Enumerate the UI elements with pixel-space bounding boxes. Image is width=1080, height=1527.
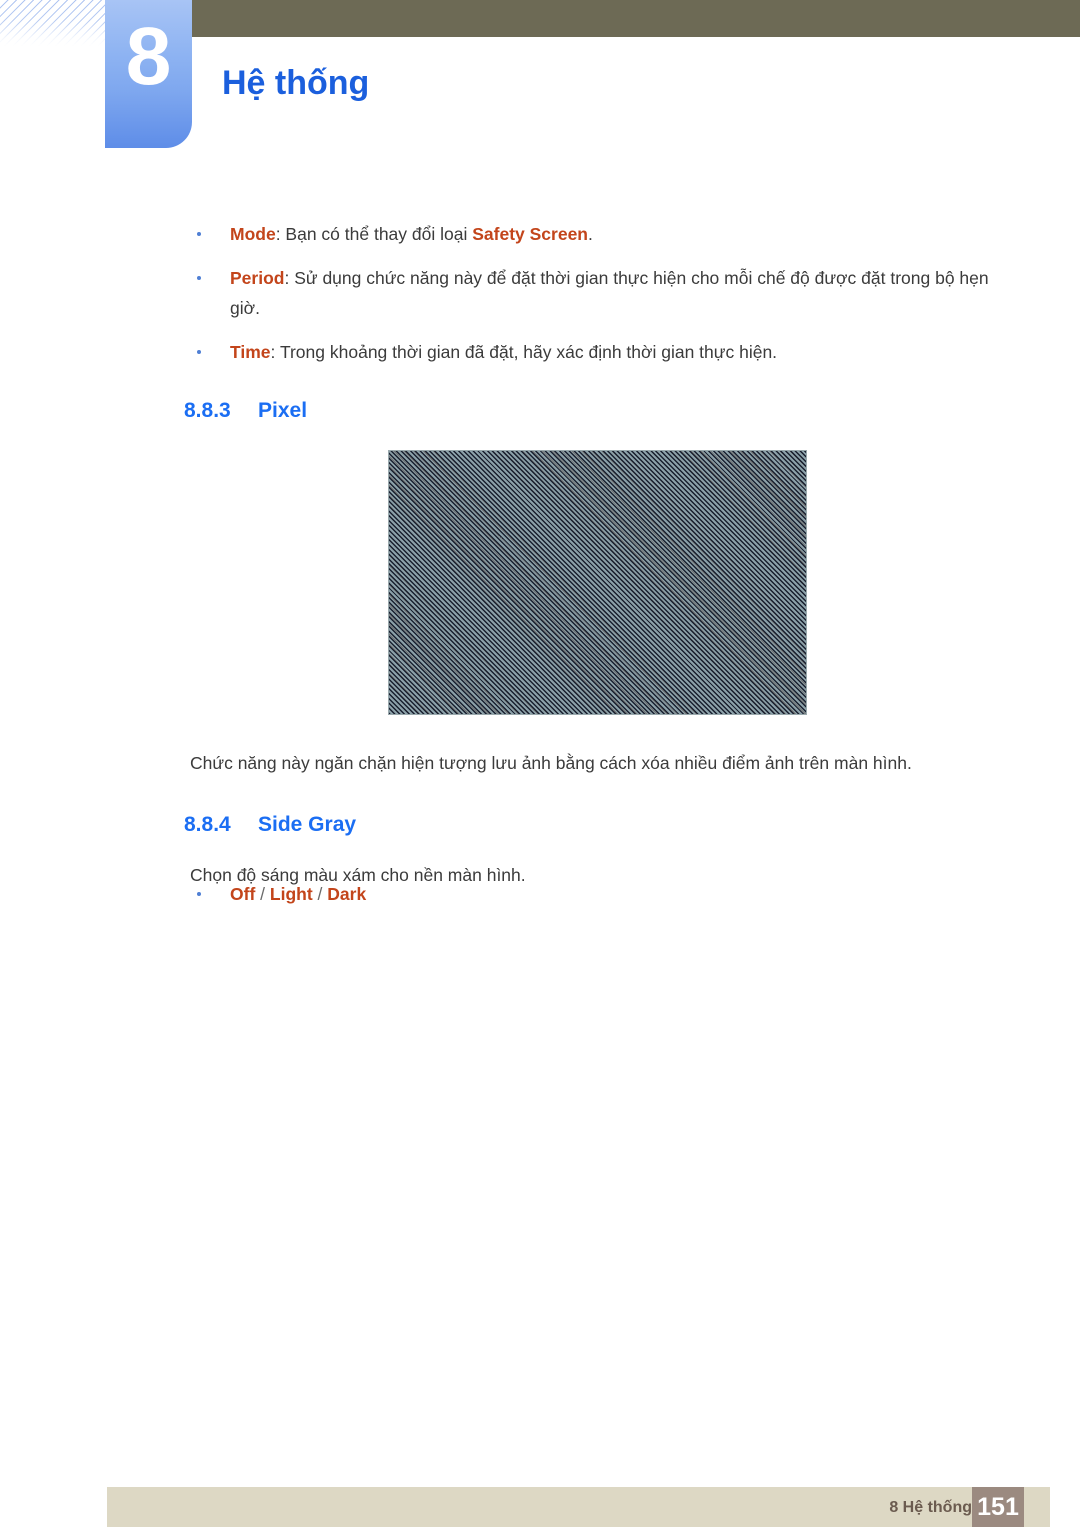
option-text-time: : Trong khoảng thời gian đã đặt, hãy xác… bbox=[270, 342, 778, 362]
list-item: Mode: Bạn có thể thay đổi loại Safety Sc… bbox=[190, 219, 1020, 249]
section-heading-884: 8.8.4 Side Gray bbox=[184, 812, 356, 838]
option-separator: / bbox=[317, 884, 323, 904]
option-separator: / bbox=[260, 884, 266, 904]
side-gray-option-light: Light bbox=[269, 884, 313, 904]
document-content: Mode: Bạn có thể thay đổi loại Safety Sc… bbox=[0, 0, 1080, 1527]
option-label-mode: Mode bbox=[230, 224, 276, 244]
side-gray-option-off: Off bbox=[230, 884, 256, 904]
option-text-mode: : Bạn có thể thay đổi loại bbox=[275, 224, 473, 244]
list-item: Period: Sử dụng chức năng này để đặt thờ… bbox=[190, 263, 1020, 323]
pixel-description-paragraph: Chức năng này ngăn chặn hiện tượng lưu ả… bbox=[190, 752, 912, 773]
section-title-883: Pixel bbox=[258, 399, 308, 423]
option-text-mode-end: . bbox=[588, 224, 593, 244]
footer-chapter-label: 8 Hệ thống bbox=[889, 1499, 972, 1516]
option-label-period: Period bbox=[230, 268, 285, 288]
section-number-884: 8.8.4 bbox=[184, 813, 231, 837]
side-gray-option-dark: Dark bbox=[327, 884, 367, 904]
option-label-time: Time bbox=[230, 342, 271, 362]
footer-page-number: 151 bbox=[977, 1493, 1019, 1521]
list-item: Off / Light / Dark bbox=[190, 879, 790, 909]
pixel-pattern-figure bbox=[388, 450, 807, 715]
section-number-883: 8.8.3 bbox=[184, 399, 231, 423]
option-emphasis-safety-screen: Safety Screen bbox=[472, 224, 588, 244]
section-title-884: Side Gray bbox=[258, 813, 357, 837]
side-gray-options-list: Off / Light / Dark bbox=[190, 879, 790, 909]
section-heading-883: 8.8.3 Pixel bbox=[184, 398, 307, 424]
list-item: Time: Trong khoảng thời gian đã đặt, hãy… bbox=[190, 337, 1020, 367]
safety-screen-options-list: Mode: Bạn có thể thay đổi loại Safety Sc… bbox=[190, 219, 1020, 367]
option-text-period: : Sử dụng chức năng này để đặt thời gian… bbox=[230, 268, 989, 318]
